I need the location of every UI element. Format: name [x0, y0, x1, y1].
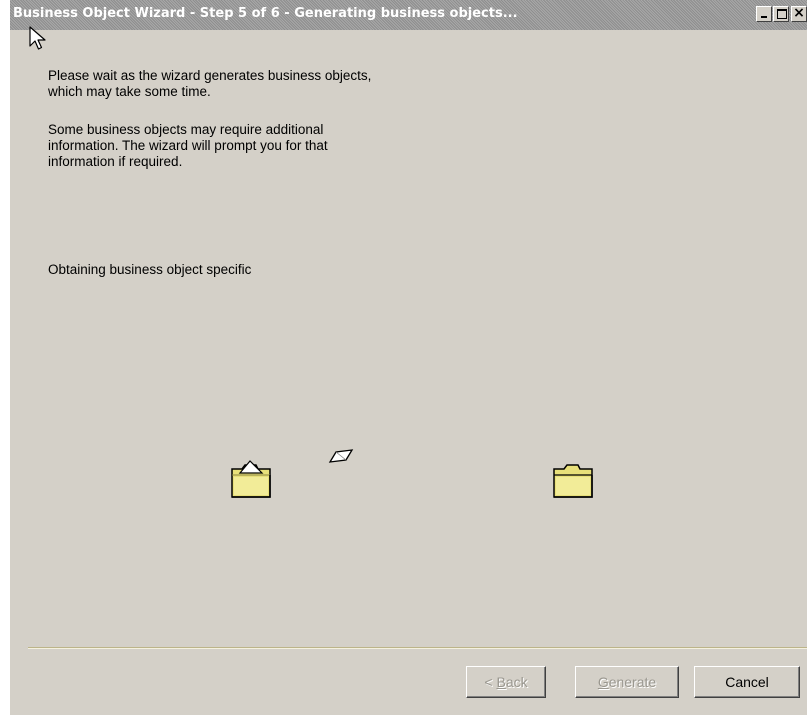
close-button[interactable]: ×: [791, 5, 807, 22]
source-folder-icon: [231, 460, 271, 498]
generate-button-label-rest: enerate: [608, 674, 657, 690]
mouse-pointer-icon: [29, 26, 46, 50]
title-bar[interactable]: Business Object Wizard - Step 5 of 6 - G…: [10, 0, 807, 30]
button-separator: [28, 647, 807, 649]
window-title: Business Object Wizard - Step 5 of 6 - G…: [13, 6, 518, 21]
minimize-icon: [761, 16, 767, 18]
info-paragraph-prompt: Some business objects may require additi…: [48, 122, 328, 169]
destination-folder-icon: [553, 464, 593, 498]
minimize-button[interactable]: [756, 6, 772, 22]
flying-document-icon: [328, 449, 354, 463]
title-controls: ×: [755, 5, 807, 24]
cancel-button[interactable]: Cancel: [694, 666, 800, 698]
info-paragraph-wait: Please wait as the wizard generates busi…: [48, 68, 372, 99]
close-icon: ×: [793, 5, 805, 21]
wizard-window: Business Object Wizard - Step 5 of 6 - G…: [10, 0, 807, 715]
status-text: Obtaining business object specific: [48, 262, 252, 277]
cancel-button-label: Cancel: [725, 674, 769, 690]
back-button-label-rest: ack: [505, 674, 528, 690]
maximize-icon: [777, 9, 787, 19]
back-button[interactable]: < Back: [466, 666, 546, 698]
generate-button-mnemonic: G: [597, 674, 609, 690]
back-button-prefix: <: [484, 674, 497, 690]
maximize-button[interactable]: [773, 6, 789, 22]
generate-button[interactable]: Generate: [575, 666, 679, 698]
back-button-mnemonic: B: [496, 674, 506, 690]
